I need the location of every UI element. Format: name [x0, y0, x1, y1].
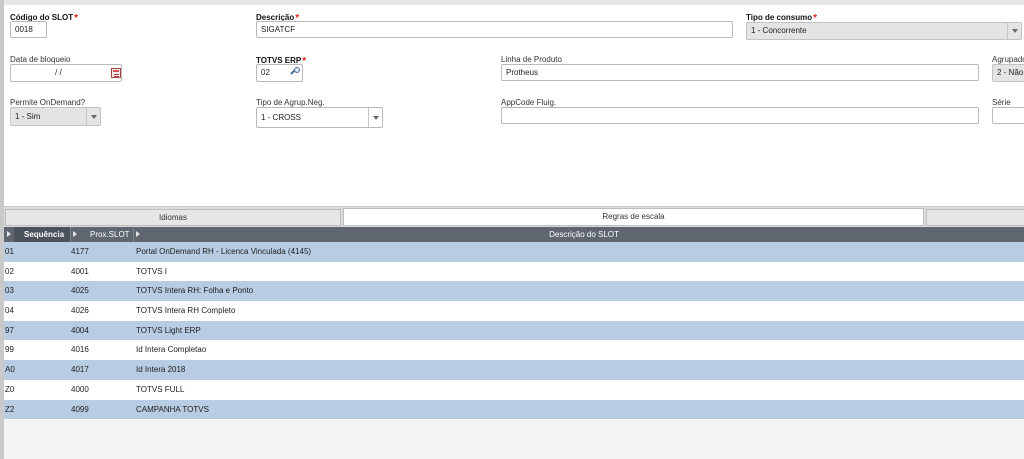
cell-prox-slot: 4001: [71, 266, 89, 276]
tipo-consumo-select[interactable]: 1 - Concorrente: [746, 22, 1022, 40]
tab-regras-de-escala[interactable]: Regras de escala: [343, 208, 924, 226]
appcode-fluig-label: AppCode Fluig.: [501, 98, 557, 107]
cell-descricao: Portal OnDemand RH - Licenca Vinculada (…: [136, 247, 312, 256]
cell-sequencia: Z0: [5, 384, 15, 394]
cell-prox-slot: 4004: [71, 325, 89, 335]
table-row[interactable]: 97 4004 TOTVS Light ERP: [4, 320, 1024, 341]
cell-descricao: Id Intera 2018: [136, 365, 186, 375]
permite-ondemand-label: Permite OnDemand?: [10, 98, 86, 107]
appcode-fluig-input[interactable]: [501, 107, 979, 124]
codigo-slot-input[interactable]: 0018: [10, 21, 47, 38]
cell-descricao: TOTVS Intera RH Completo: [136, 306, 236, 316]
grid-header: Sequência Prox.SLOT Descrição do SLOT: [4, 227, 1024, 242]
column-sequencia[interactable]: Sequência: [14, 227, 70, 242]
tab-idiomas[interactable]: Idiomas: [5, 209, 341, 226]
cell-descricao: CAMPANHA TOTVS: [136, 404, 209, 414]
table-row[interactable]: 03 4025 TOTVS Intera RH: Folha e Ponto: [4, 281, 1024, 302]
totvs-erp-input[interactable]: 02: [256, 64, 303, 82]
table-row[interactable]: 99 4016 Id Intera Completao: [4, 340, 1024, 361]
table-row[interactable]: 04 4026 TOTVS Intera RH Completo: [4, 301, 1024, 321]
serie-label: Série: [992, 98, 1011, 107]
cell-sequencia: 99: [5, 345, 14, 355]
chevron-down-icon[interactable]: [1007, 23, 1021, 39]
agrupado-select[interactable]: 2 - Não: [992, 64, 1024, 82]
table-row[interactable]: 01 4177 Portal OnDemand RH - Licenca Vincu…: [4, 242, 1024, 262]
cell-sequencia: 97: [5, 325, 14, 335]
tab-more[interactable]: [926, 209, 1024, 226]
table-row[interactable]: 02 4001 TOTVS I: [4, 261, 1024, 282]
triangle-right-icon: [136, 231, 140, 237]
cell-sequencia: 03: [5, 286, 14, 296]
cell-prox-slot: 4017: [71, 365, 89, 375]
linha-produto-label: Linha de Produto: [501, 55, 562, 64]
cell-prox-slot: 4000: [71, 384, 89, 394]
cell-sequencia: 04: [5, 306, 14, 316]
table-row[interactable]: Z0 4000 TOTVS FULL: [4, 379, 1024, 400]
grid-body: 01 4177 Portal OnDemand RH - Licenca Vincu…: [4, 242, 1024, 420]
cell-descricao: TOTVS FULL: [136, 384, 185, 394]
tipo-agrup-neg-value: 1 - CROSS: [261, 113, 302, 122]
tipo-agrup-neg-label: Tipo de Agrup.Neg.: [256, 98, 325, 107]
cell-prox-slot: 4099: [71, 404, 89, 414]
cell-sequencia: A0: [5, 365, 15, 375]
cell-sequencia: 01: [5, 247, 14, 256]
totvs-erp-value: 02: [261, 68, 270, 77]
cell-descricao: TOTVS I: [136, 266, 167, 276]
top-bar: [4, 0, 1024, 5]
cell-prox-slot: 4026: [71, 306, 89, 316]
permite-ondemand-value: 1 - Sim: [15, 112, 41, 121]
descricao-input[interactable]: SIGATCF: [256, 21, 733, 38]
magnifier-icon[interactable]: [290, 67, 301, 77]
cell-sequencia: 02: [5, 266, 14, 276]
cell-descricao: TOTVS Light ERP: [136, 325, 201, 335]
triangle-right-icon: [73, 231, 77, 237]
chevron-down-icon[interactable]: [86, 108, 100, 125]
permite-ondemand-select[interactable]: 1 - Sim: [10, 107, 101, 126]
data-bloqueio-value: / /: [55, 68, 62, 77]
table-row[interactable]: A0 4017 Id Intera 2018: [4, 360, 1024, 380]
linha-produto-input[interactable]: Protheus: [501, 64, 979, 81]
tipo-consumo-value: 1 - Concorrente: [751, 26, 807, 35]
data-bloqueio-label: Data de bloqueio: [10, 55, 71, 64]
agrupado-label: Agrupado: [992, 55, 1024, 64]
data-bloqueio-input[interactable]: / /: [10, 64, 122, 82]
cell-sequencia: Z2: [5, 404, 15, 414]
cell-prox-slot: 4025: [71, 286, 89, 296]
column-prox-slot[interactable]: Prox.SLOT: [90, 227, 130, 242]
triangle-right-icon: [7, 231, 11, 237]
cell-prox-slot: 4016: [71, 345, 89, 355]
tipo-agrup-neg-select[interactable]: 1 - CROSS: [256, 107, 383, 128]
chevron-down-icon[interactable]: [368, 108, 382, 127]
serie-input[interactable]: [992, 107, 1024, 124]
calendar-icon[interactable]: [111, 68, 121, 78]
column-descricao-slot[interactable]: Descrição do SLOT: [144, 227, 1024, 242]
folder-tabs: Idiomas Regras de escala: [4, 206, 1024, 227]
grid-empty-area: [4, 420, 1024, 459]
cell-prox-slot: 4177: [71, 247, 89, 256]
cell-descricao: TOTVS Intera RH: Folha e Ponto: [136, 286, 254, 296]
cell-descricao: Id Intera Completao: [136, 345, 207, 355]
table-row[interactable]: Z2 4099 CAMPANHA TOTVS: [4, 399, 1024, 420]
required-mark: *: [74, 13, 79, 24]
